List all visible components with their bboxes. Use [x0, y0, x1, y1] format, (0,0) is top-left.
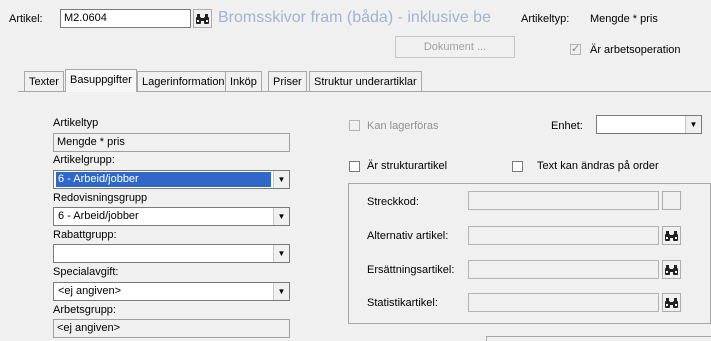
rabattgrupp-value: [56, 246, 271, 261]
statistikartikel-search-button[interactable]: [662, 293, 681, 312]
dokument-button[interactable]: Dokument ...: [395, 36, 515, 58]
artikeltyp-field: Mengde * pris: [53, 133, 290, 152]
rabattgrupp-label: Rabattgrupp:: [53, 229, 117, 241]
alternativ-artikel-label: Alternativ artikel:: [367, 230, 449, 242]
streckkod-button[interactable]: [662, 191, 681, 210]
specialavgift-label: Specialavgift:: [53, 266, 119, 278]
ersattningsartikel-label: Ersättningsartikel:: [367, 264, 455, 276]
tab-texter[interactable]: Texter: [24, 71, 64, 91]
artikel-input[interactable]: M2.0604: [60, 9, 191, 28]
chevron-down-icon[interactable]: ▼: [273, 283, 289, 300]
chevron-down-icon[interactable]: ▼: [685, 116, 701, 133]
tab-basuppgifter[interactable]: Basuppgifter: [65, 69, 137, 92]
specialavgift-value: <ej angiven>: [58, 285, 121, 297]
chevron-down-icon[interactable]: ▼: [273, 171, 289, 188]
enhet-value: [599, 117, 683, 132]
artikeltyp-header-label: Artikeltyp:: [521, 13, 570, 25]
kan-lagerforas-label: Kan lagerföras: [367, 120, 439, 132]
kan-lagerforas-checkbox[interactable]: [349, 120, 360, 131]
arbetsgrupp-field: <ej angiven>: [53, 319, 290, 338]
ar-strukturartikel-checkbox[interactable]: [349, 161, 360, 172]
statistikartikel-label: Statistikartikel:: [367, 297, 438, 309]
redovisningsgrupp-value: 6 - Arbeid/jobber: [58, 210, 139, 222]
text-kan-andras-checkbox[interactable]: [512, 161, 523, 172]
checkmark-icon: ✓: [571, 43, 581, 55]
alternativ-artikel-search-button[interactable]: [662, 226, 681, 245]
article-description: Bromsskivor fram (båda) - inklusive be: [218, 9, 491, 26]
artikeltyp-header-value: Mengde * pris: [590, 13, 658, 25]
chevron-down-icon[interactable]: ▼: [273, 208, 289, 225]
artikel-search-button[interactable]: [193, 9, 212, 28]
streckkod-input[interactable]: [468, 191, 659, 210]
ersattningsartikel-input[interactable]: [468, 260, 659, 279]
artikelgrupp-label: Artikelgrupp:: [53, 154, 115, 166]
binoculars-icon: [665, 264, 678, 275]
tab-priser[interactable]: Priser: [268, 71, 307, 91]
enhet-select[interactable]: ▼: [596, 115, 702, 134]
ar-strukturartikel-label: Är strukturartikel: [367, 160, 448, 172]
arbetsgrupp-label: Arbetsgrupp:: [53, 304, 116, 316]
artikel-label: Artikel:: [9, 13, 43, 25]
bottom-panel-edge: [486, 336, 711, 341]
artikeltyp-label: Artikeltyp: [53, 117, 99, 129]
arbetsoperation-label: Är arbetsoperation: [590, 44, 681, 56]
artikelgrupp-select[interactable]: 6 - Arbeid/jobber ▼: [53, 170, 290, 189]
tab-struktur-underartiklar[interactable]: Struktur underartiklar: [309, 71, 422, 91]
artikelgrupp-value: 6 - Arbeid/jobber: [56, 172, 271, 187]
ersattningsartikel-search-button[interactable]: [662, 260, 681, 279]
streckkod-label: Streckkod:: [367, 196, 419, 208]
enhet-label: Enhet:: [551, 120, 583, 132]
tab-lagerinformation[interactable]: Lagerinformation: [137, 71, 230, 91]
statistikartikel-input[interactable]: [468, 293, 659, 312]
tab-inkop[interactable]: Inköp: [225, 71, 262, 91]
binoculars-icon: [196, 13, 209, 24]
rabattgrupp-select[interactable]: ▼: [53, 244, 290, 263]
binoculars-icon: [665, 297, 678, 308]
arbetsoperation-checkbox[interactable]: ✓: [570, 43, 581, 55]
redovisningsgrupp-label: Redovisningsgrupp: [53, 192, 148, 204]
specialavgift-select[interactable]: <ej angiven> ▼: [53, 282, 290, 301]
text-kan-andras-label: Text kan ändras på order: [537, 160, 659, 172]
redovisningsgrupp-select[interactable]: 6 - Arbeid/jobber ▼: [53, 207, 290, 226]
binoculars-icon: [665, 230, 678, 241]
chevron-down-icon[interactable]: ▼: [273, 245, 289, 262]
alternativ-artikel-input[interactable]: [468, 226, 659, 245]
